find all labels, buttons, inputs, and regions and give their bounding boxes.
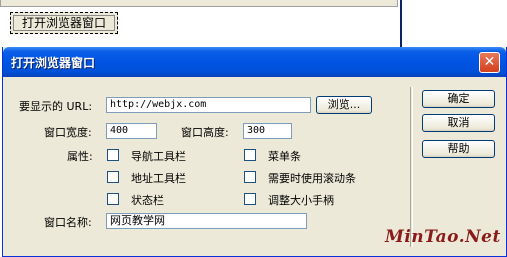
status-bar-checkbox[interactable] — [107, 193, 119, 205]
close-icon: ✕ — [483, 54, 496, 70]
cancel-button[interactable]: 取消 — [422, 114, 495, 132]
ok-button[interactable]: 确定 — [422, 90, 495, 108]
window-name-input[interactable]: 网页教学网 — [106, 213, 307, 229]
resize-handles-label: 调整大小手柄 — [268, 194, 334, 207]
status-bar-label: 状态栏 — [131, 194, 164, 207]
dialog-titlebar[interactable]: 打开浏览器窗口 ✕ — [3, 47, 506, 77]
dialog-title: 打开浏览器窗口 — [11, 56, 96, 70]
browse-button[interactable]: 浏览... — [316, 96, 372, 114]
location-toolbar-checkbox[interactable] — [107, 171, 119, 183]
url-label: 要显示的 URL: — [19, 100, 93, 113]
window-width-label: 窗口宽度: — [44, 126, 92, 139]
location-toolbar-label: 地址工具栏 — [131, 172, 186, 185]
navigation-toolbar-label: 导航工具栏 — [131, 150, 186, 163]
window-height-label: 窗口高度: — [181, 126, 229, 139]
scrollbars-checkbox[interactable] — [244, 171, 256, 183]
open-browser-window-button[interactable]: 打开浏览器窗口 — [10, 12, 118, 34]
window-width-input[interactable]: 400 — [106, 123, 157, 139]
navigation-toolbar-checkbox[interactable] — [107, 149, 119, 161]
attributes-label: 属性: — [67, 150, 93, 163]
background-panel — [0, 0, 398, 7]
url-input[interactable]: http://webjx.com — [106, 97, 311, 113]
menu-bar-checkbox[interactable] — [244, 149, 256, 161]
open-browser-window-dialog: 打开浏览器窗口 ✕ 要显示的 URL: http://webjx.com 浏览.… — [2, 47, 507, 257]
window-height-input[interactable]: 300 — [243, 123, 292, 139]
close-button[interactable]: ✕ — [479, 52, 500, 73]
menu-bar-label: 菜单条 — [268, 150, 301, 163]
button-focus-frame — [13, 15, 115, 31]
help-button[interactable]: 帮助 — [422, 140, 495, 158]
background-border — [400, 0, 402, 47]
scrollbars-label: 需要时使用滚动条 — [268, 172, 356, 185]
button-separator — [410, 87, 413, 247]
resize-handles-checkbox[interactable] — [244, 193, 256, 205]
watermark-logo: MinTao.Net — [385, 227, 501, 247]
window-name-label: 窗口名称: — [44, 216, 92, 229]
